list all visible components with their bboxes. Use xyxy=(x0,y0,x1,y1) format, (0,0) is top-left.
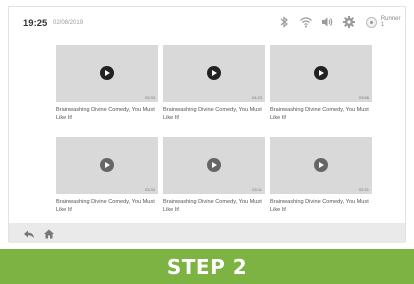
video-card[interactable]: 03:33 Brainwashing Divine Comedy, You Mu… xyxy=(56,137,158,214)
user-avatar-icon xyxy=(366,16,377,28)
video-thumbnail[interactable]: 04:23 xyxy=(163,45,265,102)
video-thumbnail[interactable]: 02:31 xyxy=(270,137,372,194)
back-arrow-icon[interactable] xyxy=(23,227,35,239)
bluetooth-icon[interactable] xyxy=(277,15,291,29)
play-icon[interactable] xyxy=(314,66,328,80)
video-duration: 03:11 xyxy=(252,187,262,192)
user-name: Runner 1 xyxy=(380,16,401,28)
play-icon[interactable] xyxy=(207,66,221,80)
video-card[interactable]: 04:23 Brainwashing Divine Comedy, You Mu… xyxy=(163,45,265,122)
volume-icon[interactable] xyxy=(320,15,334,29)
clock-time: 19:25 xyxy=(23,18,48,29)
video-card[interactable]: 02:31 Brainwashing Divine Comedy, You Mu… xyxy=(270,137,372,214)
bottom-nav-bar xyxy=(9,223,405,243)
video-duration: 03:33 xyxy=(144,95,155,100)
play-icon[interactable] xyxy=(207,158,221,172)
video-title[interactable]: Brainwashing Divine Comedy, You Must Lik… xyxy=(56,199,158,214)
video-card[interactable]: 03:11 Brainwashing Divine Comedy, You Mu… xyxy=(163,137,265,214)
video-title[interactable]: Brainwashing Divine Comedy, You Must Lik… xyxy=(270,199,372,214)
video-thumbnail[interactable]: 03:33 xyxy=(56,45,158,102)
video-card[interactable]: 03:33 Brainwashing Divine Comedy, You Mu… xyxy=(56,45,158,122)
step-banner: STEP 2 xyxy=(0,249,414,284)
video-thumbnail[interactable]: 03:56 xyxy=(270,45,372,102)
tablet-screen: 19:25 02/08/2019 Runner 1 03:33 Brainwas… xyxy=(8,6,406,243)
home-icon[interactable] xyxy=(43,227,55,239)
video-title[interactable]: Brainwashing Divine Comedy, You Must Lik… xyxy=(270,107,372,122)
status-bar: 19:25 02/08/2019 Runner 1 xyxy=(9,7,405,37)
play-icon[interactable] xyxy=(100,158,114,172)
video-title[interactable]: Brainwashing Divine Comedy, You Must Lik… xyxy=(163,199,265,214)
user-profile[interactable]: Runner 1 xyxy=(366,16,405,28)
wifi-icon[interactable] xyxy=(299,15,313,29)
video-duration: 03:56 xyxy=(358,95,369,100)
gear-icon[interactable] xyxy=(342,15,356,29)
step-label: STEP 2 xyxy=(166,254,248,279)
video-duration: 03:33 xyxy=(144,187,155,192)
clock-date: 02/08/2019 xyxy=(53,20,84,26)
video-thumbnail[interactable]: 03:11 xyxy=(163,137,265,194)
play-icon[interactable] xyxy=(314,158,328,172)
video-duration: 04:23 xyxy=(251,95,262,100)
video-title[interactable]: Brainwashing Divine Comedy, You Must Lik… xyxy=(56,107,158,122)
play-icon[interactable] xyxy=(100,66,114,80)
video-thumbnail[interactable]: 03:33 xyxy=(56,137,158,194)
video-card[interactable]: 03:56 Brainwashing Divine Comedy, You Mu… xyxy=(270,45,372,122)
video-title[interactable]: Brainwashing Divine Comedy, You Must Lik… xyxy=(163,107,265,122)
video-duration: 02:31 xyxy=(358,187,369,192)
